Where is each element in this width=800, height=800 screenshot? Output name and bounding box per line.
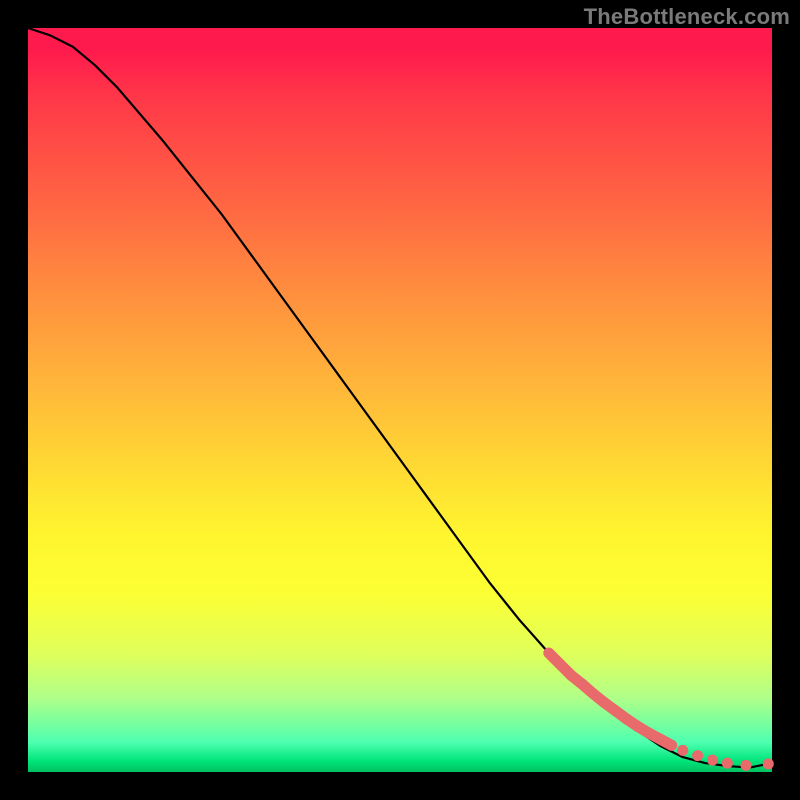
highlight-dot	[692, 750, 703, 761]
watermark-text: TheBottleneck.com	[584, 4, 790, 30]
highlight-dot	[707, 755, 718, 766]
highlight-dot	[666, 740, 677, 751]
highlight-dot	[722, 758, 733, 769]
chart-area	[28, 28, 772, 772]
highlight-points-layer	[549, 653, 774, 771]
plot-svg	[28, 28, 772, 772]
highlight-dot	[677, 745, 688, 756]
highlight-dot	[763, 758, 774, 769]
highlight-dot	[740, 760, 751, 771]
bottleneck-curve	[28, 28, 772, 768]
